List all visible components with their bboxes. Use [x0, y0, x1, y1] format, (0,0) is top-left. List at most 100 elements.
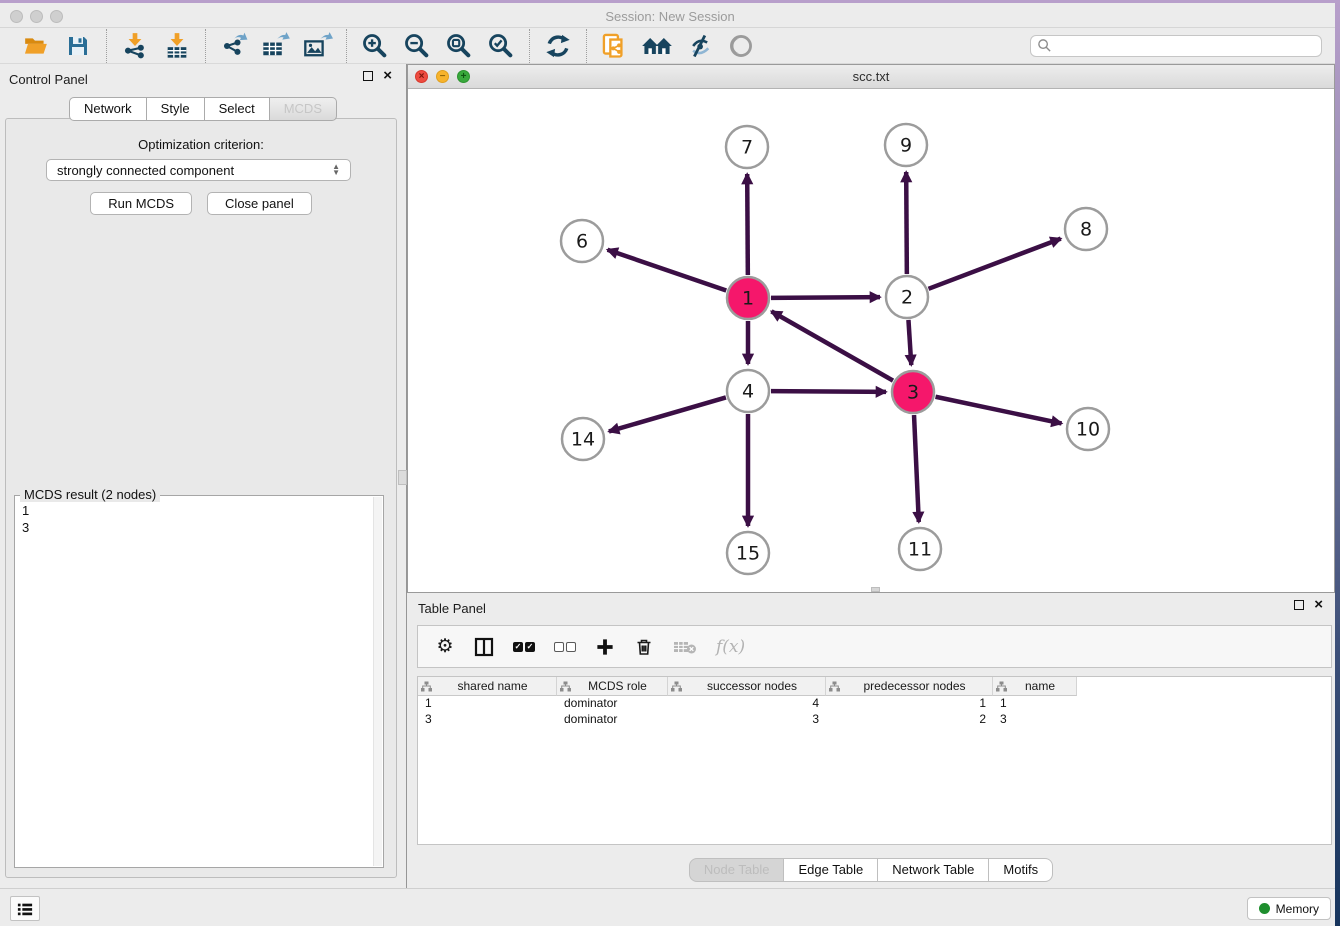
tab-network-table[interactable]: Network Table: [878, 858, 989, 882]
deselect-all-icon[interactable]: [554, 635, 576, 659]
column-header-name[interactable]: name: [993, 677, 1077, 696]
close-panel-button[interactable]: Close panel: [207, 192, 312, 215]
export-image-icon[interactable]: [302, 31, 334, 61]
table-cell[interactable]: dominator: [557, 696, 668, 712]
float-table-panel-icon[interactable]: [1294, 600, 1304, 610]
control-panel-title: Control Panel: [9, 72, 88, 87]
search-box[interactable]: [1030, 35, 1322, 57]
column-header-label: shared name: [432, 679, 553, 693]
column-header-shared-name[interactable]: shared name: [418, 677, 557, 696]
zoom-fit-icon[interactable]: [443, 31, 475, 61]
tab-node-table[interactable]: Node Table: [689, 858, 785, 882]
tab-network[interactable]: Network: [69, 97, 147, 121]
optimization-dropdown[interactable]: strongly connected component ▲▼: [46, 159, 351, 181]
tab-edge-table[interactable]: Edge Table: [784, 858, 878, 882]
table-row[interactable]: 1dominator411: [418, 696, 1331, 712]
hide-graphics-details-icon[interactable]: [683, 31, 715, 61]
memory-button[interactable]: Memory: [1247, 897, 1331, 920]
app-titlebar: Session: New Session: [0, 0, 1340, 28]
hierarchy-icon: [671, 681, 682, 692]
task-history-button[interactable]: [10, 896, 40, 921]
tab-style[interactable]: Style: [147, 97, 205, 121]
table-cell[interactable]: 1: [418, 696, 557, 712]
zoom-selected-icon[interactable]: [485, 31, 517, 61]
select-all-icon[interactable]: ✓✓: [513, 635, 535, 659]
result-line: 1: [22, 502, 364, 519]
edge-1-6[interactable]: [608, 250, 727, 291]
fx-label: f(x): [716, 637, 745, 657]
table-cell[interactable]: 2: [826, 712, 993, 728]
column-header-label: predecessor nodes: [840, 679, 989, 693]
edge-3-1[interactable]: [771, 311, 893, 380]
table-cell[interactable]: 4: [668, 696, 826, 712]
import-table-icon[interactable]: [161, 31, 193, 61]
save-session-icon[interactable]: [62, 31, 94, 61]
run-mcds-button[interactable]: Run MCDS: [90, 192, 192, 215]
hierarchy-icon: [829, 681, 840, 692]
birds-eye-view-icon[interactable]: [725, 31, 757, 61]
close-panel-icon[interactable]: ×: [383, 71, 392, 81]
tab-motifs[interactable]: Motifs: [989, 858, 1053, 882]
edge-4-3[interactable]: [771, 391, 886, 392]
apply-layout-icon[interactable]: [542, 31, 574, 61]
network-window-titlebar[interactable]: × − + scc.txt: [408, 65, 1334, 89]
control-panel: Control Panel × NetworkStyleSelectMCDS O…: [0, 64, 406, 888]
result-line: 3: [22, 519, 364, 536]
app-title: Session: New Session: [0, 9, 1340, 24]
zoom-in-icon[interactable]: [359, 31, 391, 61]
table-cell[interactable]: 3: [993, 712, 1077, 728]
control-panel-tabs: NetworkStyleSelectMCDS: [0, 97, 406, 121]
dropdown-stepper-icon: ▲▼: [332, 164, 340, 176]
node-label-8: 8: [1080, 219, 1092, 241]
network-canvas[interactable]: 7968124314101511: [408, 89, 1334, 592]
edge-2-3[interactable]: [908, 320, 911, 365]
table-settings-icon[interactable]: ⚙: [435, 635, 455, 659]
import-network-icon[interactable]: [119, 31, 151, 61]
table-cell[interactable]: 3: [418, 712, 557, 728]
column-header-MCDS-role[interactable]: MCDS role: [557, 677, 668, 696]
result-scrollbar[interactable]: [373, 497, 382, 866]
node-label-10: 10: [1076, 419, 1100, 441]
edge-2-9[interactable]: [906, 172, 907, 274]
dropdown-value: strongly connected component: [57, 163, 234, 178]
add-row-icon[interactable]: [595, 635, 615, 659]
tab-select[interactable]: Select: [205, 97, 270, 121]
edge-2-8[interactable]: [929, 239, 1061, 289]
open-session-icon[interactable]: [20, 31, 52, 61]
export-table-icon[interactable]: [260, 31, 292, 61]
delete-row-icon[interactable]: [634, 635, 654, 659]
table-cell[interactable]: 1: [993, 696, 1077, 712]
close-table-panel-icon[interactable]: ×: [1314, 600, 1323, 610]
column-header-predecessor-nodes[interactable]: predecessor nodes: [826, 677, 993, 696]
edge-1-2[interactable]: [771, 297, 880, 298]
home-icon[interactable]: [641, 31, 673, 61]
table-toolbar: ⚙ ✓✓ f(x): [417, 625, 1332, 668]
zoom-out-icon[interactable]: [401, 31, 433, 61]
split-panel-icon[interactable]: [474, 635, 494, 659]
edge-3-10[interactable]: [936, 397, 1062, 424]
table-cell[interactable]: 1: [826, 696, 993, 712]
export-network-icon[interactable]: [218, 31, 250, 61]
node-label-1: 1: [742, 288, 754, 310]
search-input[interactable]: [1052, 39, 1315, 53]
main-toolbar: [0, 28, 1340, 64]
table-row[interactable]: 3dominator323: [418, 712, 1331, 728]
network-splitter-handle[interactable]: [871, 587, 880, 592]
clone-network-icon[interactable]: [599, 31, 631, 61]
mcds-result-list: 13: [15, 500, 371, 867]
node-label-6: 6: [576, 231, 588, 253]
edge-1-7[interactable]: [747, 174, 748, 275]
node-table[interactable]: shared name MCDS rolesuccessor nodes prede…: [417, 676, 1332, 845]
node-label-2: 2: [901, 287, 913, 309]
float-panel-icon[interactable]: [363, 71, 373, 81]
table-cell[interactable]: dominator: [557, 712, 668, 728]
hierarchy-icon: [421, 681, 432, 692]
edge-3-11[interactable]: [914, 415, 919, 522]
edge-4-14[interactable]: [609, 397, 726, 431]
column-header-successor-nodes[interactable]: successor nodes: [668, 677, 826, 696]
table-cell[interactable]: 3: [668, 712, 826, 728]
splitter-handle[interactable]: [398, 470, 407, 485]
node-label-3: 3: [907, 382, 919, 404]
tab-mcds[interactable]: MCDS: [270, 97, 337, 121]
table-panel: Table Panel × ⚙ ✓✓ f(x) shared nameMCDS …: [407, 593, 1335, 888]
